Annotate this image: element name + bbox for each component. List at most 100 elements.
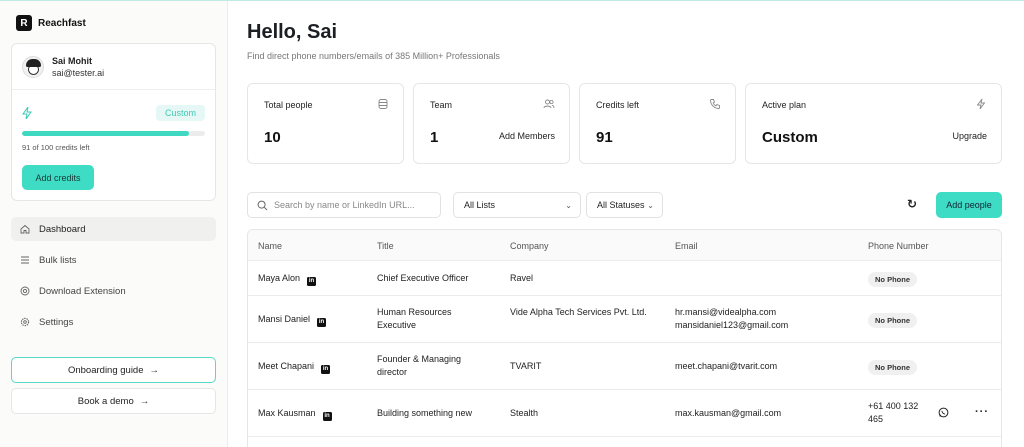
- column-header-name[interactable]: Name: [258, 241, 282, 251]
- book-demo-button[interactable]: Book a demo →: [11, 388, 216, 414]
- add-members-button[interactable]: Add Members: [499, 131, 555, 141]
- onboarding-guide-label: Onboarding guide: [67, 364, 144, 376]
- column-header-title[interactable]: Title: [377, 241, 394, 251]
- book-demo-label: Book a demo: [77, 395, 134, 407]
- brand-name: Reachfast: [38, 17, 86, 29]
- page-title: Hello, Sai: [247, 21, 338, 43]
- add-people-button[interactable]: Add people: [936, 192, 1002, 218]
- user-profile[interactable]: Sai Mohit sai@tester.ai: [22, 55, 104, 79]
- reachfast-logo-icon: R: [16, 15, 32, 31]
- table-row[interactable]: Maya Alon in Chief Executive Officer Rave…: [248, 261, 1001, 296]
- refresh-icon[interactable]: ↻: [905, 197, 919, 211]
- person-email: max.kausman@gmail.com: [675, 408, 782, 418]
- person-name: Meet Chapani: [258, 361, 315, 371]
- stat-label: Team: [430, 100, 453, 110]
- stat-card-team: Team 1 Add Members: [413, 83, 570, 164]
- person-email: meet.chapani@tvarit.com: [675, 361, 778, 371]
- sidebar-item-dashboard[interactable]: Dashboard: [11, 217, 216, 241]
- phone-icon: [710, 99, 720, 109]
- list-filter-value: All Lists: [464, 200, 496, 210]
- arrow-right-icon: →: [149, 364, 160, 376]
- user-name: Sai Mohit: [52, 56, 92, 66]
- credits-progress-fill: [22, 131, 189, 136]
- avatar: [22, 56, 44, 78]
- divider: [12, 89, 215, 90]
- person-name-cell: Maya Alon in: [258, 272, 317, 286]
- stat-label: Total people: [264, 100, 313, 110]
- status-filter-select[interactable]: All Statuses ⌄: [586, 192, 663, 218]
- account-card: Sai Mohit sai@tester.ai Custom 91 of 100…: [11, 43, 216, 201]
- search-icon: [257, 200, 268, 210]
- person-email: hr.mansi@videalpha.com mansidaniel123@gm…: [675, 307, 789, 330]
- sidebar-item-download-extension[interactable]: Download Extension: [11, 279, 216, 303]
- stat-label: Credits left: [596, 100, 640, 110]
- upgrade-button[interactable]: Upgrade: [952, 131, 987, 141]
- home-icon: [20, 224, 30, 234]
- sidebar-item-label: Dashboard: [39, 223, 86, 235]
- users-icon: [543, 99, 555, 109]
- person-name: Mansi Daniel: [258, 314, 311, 324]
- column-header-phone[interactable]: Phone Number: [868, 241, 929, 251]
- person-company: Vide Alpha Tech Services Pvt. Ltd.: [510, 307, 647, 317]
- status-filter-value: All Statuses: [597, 200, 645, 210]
- bolt-icon: [22, 107, 32, 119]
- onboarding-guide-button[interactable]: Onboarding guide →: [11, 357, 216, 383]
- stat-value: Custom: [762, 129, 818, 146]
- plan-badge: Custom: [155, 105, 205, 121]
- sidebar-item-settings[interactable]: Settings: [11, 310, 216, 334]
- page-subtitle: Find direct phone numbers/emails of 385 …: [247, 51, 500, 61]
- sidebar-item-bulk-lists[interactable]: Bulk lists: [11, 248, 216, 272]
- gear-icon: [20, 317, 30, 327]
- person-company: TVARIT: [510, 361, 542, 371]
- linkedin-icon[interactable]: in: [307, 277, 317, 286]
- arrow-right-icon: →: [139, 395, 150, 407]
- column-header-company[interactable]: Company: [510, 241, 549, 251]
- main-content: Hello, Sai Find direct phone numbers/ema…: [229, 1, 1024, 447]
- stat-value: 10: [264, 129, 281, 146]
- person-title: Building something new: [377, 408, 473, 418]
- person-phone: +61 400 132 465: [868, 401, 919, 424]
- linkedin-icon[interactable]: in: [322, 412, 332, 421]
- database-icon: [378, 99, 388, 109]
- person-name-cell: Max Kausman in: [258, 407, 332, 421]
- table-row[interactable]: Max Kausman in Building something new Ste…: [248, 390, 1001, 437]
- table-row[interactable]: Meet Chapani in Founder & Managing direct…: [248, 343, 1001, 390]
- chrome-icon: [20, 286, 30, 296]
- credits-progress-bar: [22, 131, 205, 136]
- stat-value: 1: [430, 129, 439, 146]
- person-name: Maya Alon: [258, 273, 301, 283]
- person-name-cell: Mansi Daniel in: [258, 313, 327, 327]
- column-header-email[interactable]: Email: [675, 241, 698, 251]
- brand[interactable]: R Reachfast: [16, 15, 86, 31]
- sidebar-item-label: Settings: [39, 316, 74, 328]
- search-input[interactable]: [274, 200, 434, 210]
- list-icon: [21, 256, 29, 264]
- sidebar-item-label: Download Extension: [39, 285, 126, 297]
- stat-value: 91: [596, 129, 613, 146]
- stat-card-active-plan: Active plan Custom Upgrade: [745, 83, 1002, 164]
- sidebar-item-label: Bulk lists: [39, 254, 77, 266]
- person-company: Ravel: [510, 273, 534, 283]
- user-email: sai@tester.ai: [52, 68, 105, 78]
- list-filter-select[interactable]: All Lists ⌄: [453, 192, 581, 218]
- sidebar: R Reachfast Sai Mohit sai@tester.ai Cust…: [0, 1, 228, 447]
- add-credits-button[interactable]: Add credits: [22, 165, 94, 190]
- more-options-icon[interactable]: ···: [975, 406, 989, 418]
- search-box[interactable]: [247, 192, 441, 218]
- person-title: Human Resources Executive: [377, 307, 452, 330]
- linkedin-icon[interactable]: in: [321, 365, 331, 374]
- person-name-cell: Meet Chapani in: [258, 360, 331, 374]
- stat-card-credits-left: Credits left 91: [579, 83, 736, 164]
- stat-label: Active plan: [762, 100, 807, 110]
- whatsapp-icon[interactable]: [938, 407, 949, 418]
- person-name: Max Kausman: [258, 408, 316, 418]
- person-company: Stealth: [510, 408, 539, 418]
- table-row[interactable]: Mansi Daniel in Human Resources Executive…: [248, 296, 1001, 343]
- table-header: Name Title Company Email Phone Number: [248, 230, 1001, 261]
- no-phone-badge: No Phone: [868, 360, 917, 375]
- person-title: Founder & Managing director: [377, 354, 462, 377]
- sidebar-nav: Dashboard Bulk lists Download Extension …: [11, 217, 216, 341]
- linkedin-icon[interactable]: in: [317, 318, 327, 327]
- chevron-down-icon: ⌄: [647, 200, 654, 210]
- stat-card-total-people: Total people 10: [247, 83, 404, 164]
